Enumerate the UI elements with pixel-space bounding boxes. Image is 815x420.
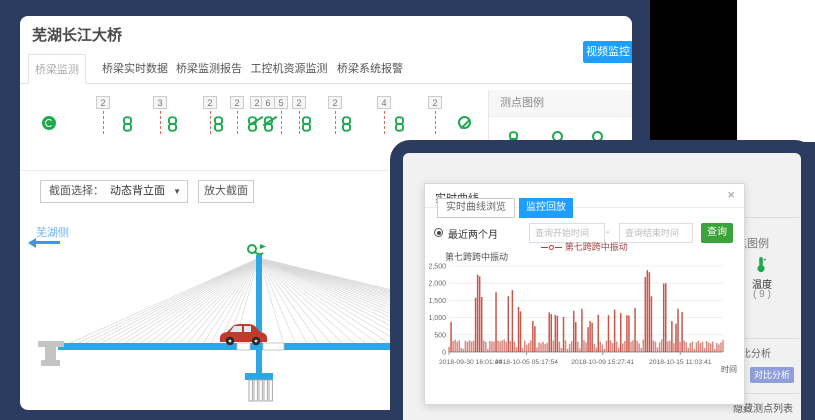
chevron-down-icon: ▼ [173, 181, 181, 202]
svg-text:1,000: 1,000 [428, 315, 446, 322]
tab-monitor-playback[interactable]: 监控回放 [519, 198, 573, 218]
main-tabbar: 桥梁监测 桥梁实时数据 桥梁监测报告 工控机资源监测 桥梁系统报警 视频监控 [20, 54, 632, 84]
screen: 芜湖长江大桥 桥梁监测 桥梁实时数据 桥梁监测报告 工控机资源监测 桥梁系统报警… [0, 0, 815, 420]
legend-line-icon [541, 247, 548, 248]
svg-text:0: 0 [442, 350, 446, 357]
chain-link-icon[interactable] [122, 116, 133, 132]
sensor-count-badge: 2 [292, 96, 306, 109]
thermometer-icon [755, 256, 767, 273]
compare-analysis-button[interactable]: 对比分析 [750, 367, 794, 383]
legend-line-icon [555, 247, 562, 248]
page-title: 芜湖长江大桥 [32, 24, 122, 45]
sensor-count-badge: 4 [377, 96, 391, 109]
gauge-icon[interactable] [42, 116, 56, 130]
overlay-window: 测点图例 温度 ( 9 ) 对比分析 对比分析 隐藏测点列表 实时曲线 × 实时… [403, 153, 801, 420]
legend-panel-header: 测点图例 [489, 90, 632, 117]
sensor-leader-line [281, 111, 282, 134]
svg-text:2,000: 2,000 [428, 281, 446, 288]
svg-text:1,500: 1,500 [428, 298, 446, 305]
svg-text:2018-10-09 15:27:41: 2018-10-09 15:27:41 [571, 359, 634, 366]
svg-text:2018-10-15 11:03:41: 2018-10-15 11:03:41 [649, 359, 712, 366]
sensor-leader-line [103, 111, 104, 134]
video-monitor-button[interactable]: 视频监控 [583, 41, 632, 63]
tab-system-alarm[interactable]: 桥梁系统报警 [332, 54, 408, 84]
sensor-count-badge: 2 [203, 96, 217, 109]
last-two-months-label: 最近两个月 [448, 226, 498, 241]
tab-realtime-data[interactable]: 桥梁实时数据 [98, 54, 172, 84]
sensor-leader-line [335, 111, 336, 134]
last-two-months-radio[interactable] [434, 228, 443, 237]
svg-text:2,500: 2,500 [428, 264, 446, 271]
tab-bridge-monitor[interactable]: 桥梁监测 [28, 54, 86, 84]
chain-link-icon[interactable] [301, 116, 312, 132]
tower-top-sensor-icons [248, 244, 266, 254]
car-image [218, 322, 268, 346]
enlarge-section-button[interactable]: 放大截面 [198, 180, 254, 203]
sensor-count-badge: 2 [328, 96, 342, 109]
chain-link-icon[interactable] [167, 116, 178, 132]
temperature-count: ( 9 ) [753, 289, 771, 300]
sensor-count-badge: 3 [153, 96, 167, 109]
chain-link-icon[interactable] [341, 116, 352, 132]
sensor-count-badge: 5 [274, 96, 288, 109]
date-range-separator: - [606, 227, 609, 238]
x-axis-title: 时间 [721, 364, 737, 375]
sensor-leader-line [160, 111, 161, 134]
no-entry-icon [458, 116, 471, 129]
tab-ipc-resource[interactable]: 工控机资源监测 [246, 54, 332, 84]
section-select-value: 动态背立面 [104, 185, 165, 197]
tab-monitor-report[interactable]: 桥梁监测报告 [172, 54, 246, 84]
sensor-count-badge: 2 [428, 96, 442, 109]
legend-circle-icon [549, 245, 554, 250]
sensor-leader-line [435, 111, 436, 134]
sensor-leader-line [299, 111, 300, 134]
sensor-count-badge: 2 [230, 96, 244, 109]
chain-link-icon[interactable] [213, 116, 224, 132]
section-select-label: 截面选择： [41, 185, 104, 197]
sensor-leader-line [210, 111, 211, 134]
background-white-area [737, 0, 815, 142]
close-icon[interactable]: × [727, 188, 735, 202]
wuhu-side-label: 芜湖侧 [36, 224, 69, 240]
overlay-window-frame: 测点图例 温度 ( 9 ) 对比分析 对比分析 隐藏测点列表 实时曲线 × 实时… [390, 140, 815, 420]
svg-text:500: 500 [434, 332, 446, 339]
section-select[interactable]: 截面选择：动态背立面 ▼ [40, 180, 188, 203]
sensor-count-badge: 2 [96, 96, 110, 109]
tab-realtime-curve-browse[interactable]: 实时曲线浏览 [437, 198, 515, 218]
legend-series-label: 第七跨跨中振动 [565, 242, 628, 252]
vibration-chart: 0 500 1,000 1,500 2,000 2,500 2018-09-30 16:01… [427, 260, 733, 382]
realtime-curve-dialog: 实时曲线 × 实时曲线浏览 监控回放 最近两个月 - 查询 第七跨跨中振动 第七… [424, 183, 745, 405]
sensor-leader-line [384, 111, 385, 134]
chain-link-icon[interactable] [394, 116, 405, 132]
svg-text:2018-10-05 05:17:54: 2018-10-05 05:17:54 [495, 359, 558, 366]
sensor-count-badge: 6 [261, 96, 275, 109]
svg-text:2018-09-30 16:01:44: 2018-09-30 16:01:44 [439, 359, 502, 366]
background-black-area [650, 0, 737, 141]
sensor-leader-line [237, 111, 238, 134]
sensor-strip: 2 3 2 2 2 6 5 2 2 4 2 [20, 90, 510, 146]
